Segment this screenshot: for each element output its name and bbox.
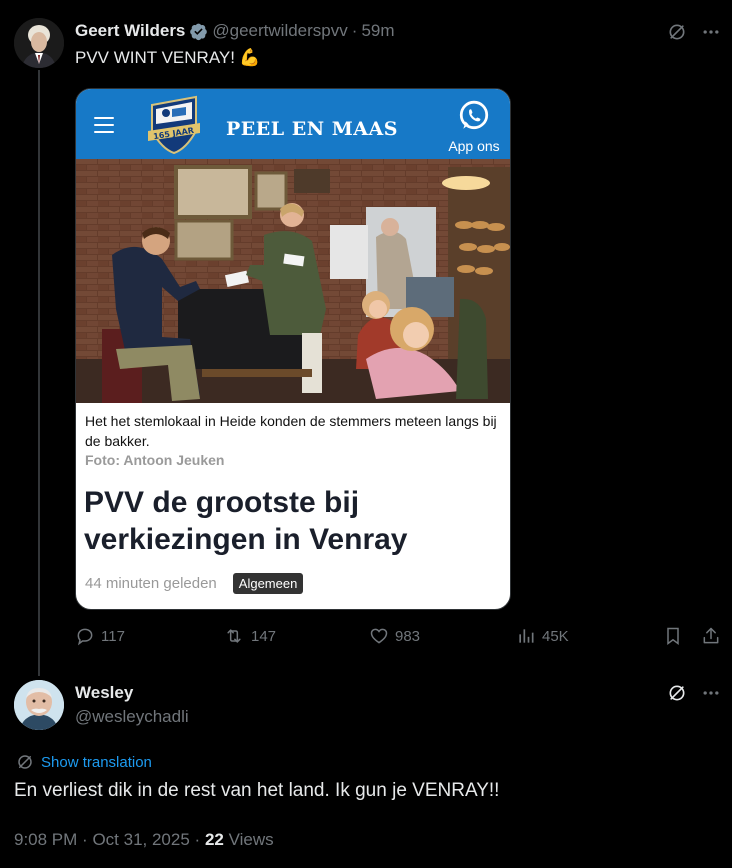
avatar-wesley[interactable] <box>14 680 64 730</box>
brand-name: PEEL EN MAAS <box>226 118 398 140</box>
post-date[interactable]: Oct 31, 2025 <box>92 830 189 849</box>
article-headline[interactable]: PVV de grootste bij verkiezingen in Venr… <box>84 484 504 558</box>
share-icon <box>703 627 719 644</box>
repost-count: 147 <box>251 627 277 645</box>
reply-button[interactable]: 117 <box>75 626 125 646</box>
more-icon[interactable] <box>701 22 721 42</box>
reply-author-name[interactable]: Wesley <box>75 683 133 703</box>
views-button[interactable]: 45K <box>516 626 569 646</box>
repost-icon <box>227 629 241 643</box>
more-icon[interactable] <box>701 683 721 703</box>
reply-count: 117 <box>101 627 125 645</box>
verified-badge-icon[interactable] <box>189 22 208 41</box>
show-translation-label[interactable]: Show translation <box>41 754 152 771</box>
tweet-header: Geert Wilders @geertwilderspvv · 59m <box>75 20 395 42</box>
article-age: 44 minuten geleden <box>85 575 217 592</box>
whatsapp-icon <box>459 100 489 130</box>
grok-icon[interactable] <box>667 22 687 42</box>
article-card[interactable]: 165 JAAR PEEL EN MAAS App ons Het het st… <box>75 88 511 610</box>
views-count: 45K <box>542 627 569 645</box>
tweet-footer: 9:08 PM · Oct 31, 2025 · 22 Views <box>14 830 274 850</box>
flexed-biceps-emoji: 💪 <box>238 48 261 67</box>
whatsapp-button[interactable]: App ons <box>442 99 506 154</box>
article-photo <box>76 159 510 403</box>
reply-icon <box>77 628 93 646</box>
author-name[interactable]: Geert Wilders <box>75 21 185 41</box>
like-count: 983 <box>395 627 421 645</box>
post-time[interactable]: 9:08 PM <box>14 830 77 849</box>
photo-caption: Het het stemlokaal in Heide konden de st… <box>85 413 497 449</box>
views-icon <box>519 629 534 643</box>
like-button[interactable]: 983 <box>369 626 420 646</box>
tweet-actions: 117 147 983 45K <box>75 626 725 650</box>
translate-icon <box>18 755 32 769</box>
reply-text: En verliest dik in de rest van het land.… <box>14 780 500 801</box>
show-translation-link[interactable]: Show translation <box>16 753 152 771</box>
bookmark-button[interactable] <box>663 626 683 646</box>
bookmark-icon <box>667 627 679 645</box>
tweet-text: PVV WINT VENRAY! 💪 <box>75 48 260 68</box>
photo-credit: Foto: Antoon Jeuken <box>85 452 225 468</box>
club-crest-logo: 165 JAAR <box>142 91 206 157</box>
thread-line <box>38 70 40 676</box>
tweet1-top-actions <box>667 22 721 42</box>
app-ons-label: App ons <box>448 138 500 154</box>
grok-icon[interactable] <box>667 683 687 703</box>
reply-author-handle[interactable]: @wesleychadli <box>75 707 189 727</box>
views-label: Views <box>228 830 274 849</box>
category-tag[interactable]: Algemeen <box>232 573 304 594</box>
article-meta: 44 minuten geleden Algemeen <box>85 573 304 594</box>
views-total: 22 <box>204 830 224 849</box>
menu-icon[interactable] <box>94 117 114 138</box>
author-handle[interactable]: @geertwilderspvv <box>212 21 347 41</box>
share-button[interactable] <box>701 626 721 646</box>
tweet-time[interactable]: 59m <box>361 21 394 41</box>
avatar-geert-wilders[interactable] <box>14 18 64 68</box>
tweet-text-content: PVV WINT VENRAY! <box>75 48 235 67</box>
repost-button[interactable]: 147 <box>223 626 276 646</box>
card-header-bar: 165 JAAR PEEL EN MAAS App ons <box>76 89 510 159</box>
separator-dot: · <box>351 21 358 40</box>
footer-sep: · <box>194 830 201 849</box>
footer-sep: · <box>82 830 88 849</box>
tweet2-top-actions <box>667 683 721 703</box>
like-icon <box>370 628 388 644</box>
